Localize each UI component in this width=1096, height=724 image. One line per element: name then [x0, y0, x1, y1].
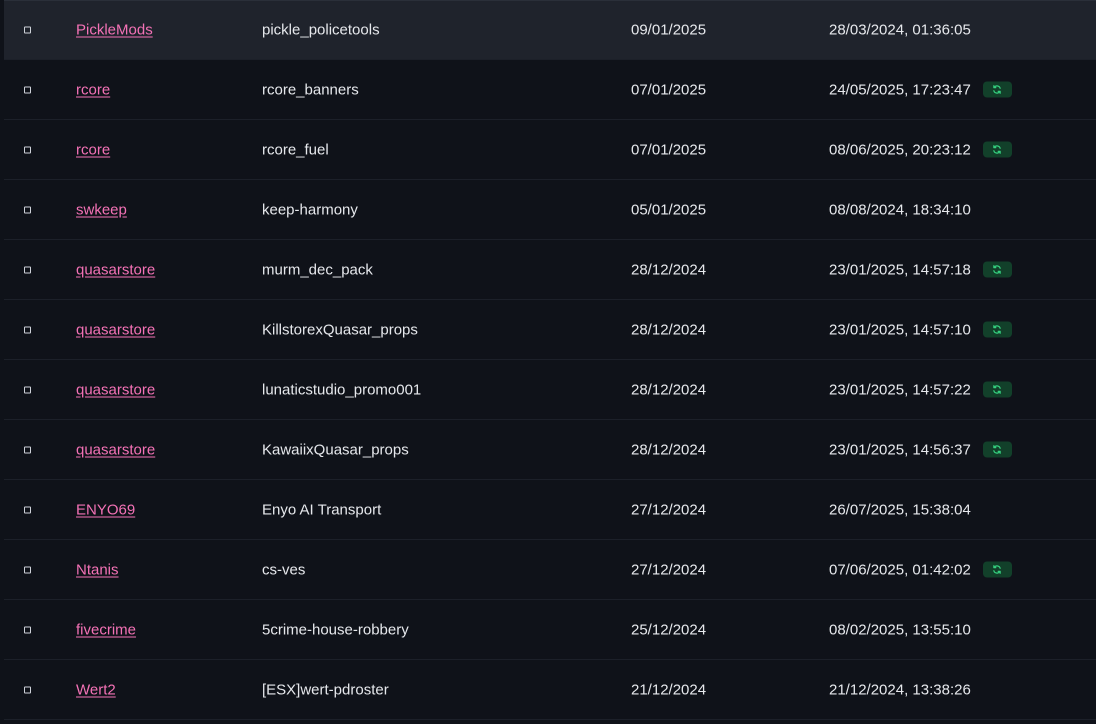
updated-cell: 28/03/2024, 01:36:05: [829, 22, 971, 39]
checkbox-icon[interactable]: [24, 386, 31, 393]
table-row[interactable]: swkeep keep-harmony 05/01/2025 08/08/2024, …: [4, 180, 1096, 240]
checkbox-icon[interactable]: [24, 266, 31, 273]
refresh-icon: [982, 141, 1012, 158]
updated-timestamp: 23/01/2025, 14:57:10: [829, 321, 971, 338]
release-date: 28/12/2024: [631, 321, 707, 338]
table-row[interactable]: fivecrime 5crime-house-robbery 25/12/2024 0…: [4, 600, 1096, 660]
refresh-icon: [982, 321, 1012, 338]
updated-timestamp: 23/01/2025, 14:56:37: [829, 441, 971, 458]
resource-name: rcore_banners: [262, 81, 359, 98]
resource-name: rcore_fuel: [262, 141, 329, 158]
table-row[interactable]: rcore rcore_fuel 07/01/2025 08/06/2025, 20:…: [4, 120, 1096, 180]
updated-cell: 08/02/2025, 13:55:10: [829, 621, 971, 638]
release-date: 28/12/2024: [631, 441, 707, 458]
updated-timestamp: 07/06/2025, 01:42:02: [829, 561, 971, 578]
resource-name: lunaticstudio_promo001: [262, 381, 422, 398]
author-link[interactable]: swkeep: [76, 201, 127, 218]
checkbox-icon[interactable]: [24, 506, 31, 513]
table-row[interactable]: quasarstore murm_dec_pack 28/12/2024 23/01/…: [4, 240, 1096, 300]
table-row[interactable]: ENYO69 Enyo AI Transport 27/12/2024 26/07/2…: [4, 480, 1096, 540]
release-date: 27/12/2024: [631, 501, 707, 518]
author-link[interactable]: rcore: [76, 141, 110, 158]
resource-name: cs-ves: [262, 561, 306, 578]
resource-table: PickleMods pickle_policetools 09/01/2025 28…: [4, 0, 1096, 720]
resource-name: [ESX]wert-pdroster: [262, 681, 389, 698]
resource-name: KawaiixQuasar_props: [262, 441, 409, 458]
checkbox-icon[interactable]: [24, 566, 31, 573]
author-link[interactable]: quasarstore: [76, 321, 155, 338]
resource-name: pickle_policetools: [262, 21, 380, 39]
checkbox-icon[interactable]: [24, 206, 31, 213]
updated-cell: 23/01/2025, 14:57:22: [829, 381, 1012, 398]
author-link[interactable]: Wert2: [76, 681, 116, 698]
updated-cell: 24/05/2025, 17:23:47: [829, 81, 1012, 98]
author-link[interactable]: quasarstore: [76, 441, 155, 458]
resource-name: keep-harmony: [262, 201, 358, 218]
table-row[interactable]: rcore rcore_banners 07/01/2025 24/05/2025, …: [4, 60, 1096, 120]
updated-cell: 08/06/2025, 20:23:12: [829, 141, 1012, 158]
updated-timestamp: 08/02/2025, 13:55:10: [829, 621, 971, 638]
checkbox-icon[interactable]: [24, 626, 31, 633]
release-date: 21/12/2024: [631, 681, 707, 698]
refresh-icon: [982, 561, 1012, 578]
release-date: 07/01/2025: [631, 81, 707, 98]
updated-timestamp: 24/05/2025, 17:23:47: [829, 81, 971, 98]
author-link[interactable]: fivecrime: [76, 621, 136, 638]
author-link[interactable]: PickleMods: [76, 22, 153, 39]
resource-name: 5crime-house-robbery: [262, 621, 409, 638]
checkbox-icon[interactable]: [24, 86, 31, 93]
resource-name: Enyo AI Transport: [262, 501, 382, 518]
checkbox-icon[interactable]: [24, 326, 31, 333]
table-row[interactable]: quasarstore KillstorexQuasar_props 28/12/2…: [4, 300, 1096, 360]
refresh-icon: [982, 81, 1012, 98]
release-date: 09/01/2025: [631, 21, 707, 39]
checkbox-icon[interactable]: [24, 146, 31, 153]
checkbox-icon[interactable]: [24, 686, 31, 693]
updated-cell: 23/01/2025, 14:56:37: [829, 441, 1012, 458]
updated-timestamp: 26/07/2025, 15:38:04: [829, 501, 971, 518]
author-link[interactable]: Ntanis: [76, 561, 119, 578]
checkbox-icon[interactable]: [24, 26, 31, 34]
resource-name: murm_dec_pack: [262, 261, 373, 278]
release-date: 28/12/2024: [631, 381, 707, 398]
refresh-icon: [982, 261, 1012, 278]
author-link[interactable]: ENYO69: [76, 501, 135, 518]
table-row[interactable]: Wert2 [ESX]wert-pdroster 21/12/2024 21/12/2…: [4, 660, 1096, 720]
updated-cell: 23/01/2025, 14:57:18: [829, 261, 1012, 278]
refresh-icon: [982, 441, 1012, 458]
release-date: 07/01/2025: [631, 141, 707, 158]
updated-cell: 21/12/2024, 13:38:26: [829, 681, 971, 698]
resource-name: KillstorexQuasar_props: [262, 321, 418, 338]
updated-cell: 26/07/2025, 15:38:04: [829, 501, 971, 518]
updated-timestamp: 08/08/2024, 18:34:10: [829, 201, 971, 218]
table-row[interactable]: Ntanis cs-ves 27/12/2024 07/06/2025, 01:42:…: [4, 540, 1096, 600]
table-row[interactable]: quasarstore lunaticstudio_promo001 28/12/2…: [4, 360, 1096, 420]
release-date: 05/01/2025: [631, 201, 707, 218]
updated-cell: 07/06/2025, 01:42:02: [829, 561, 1012, 578]
updated-timestamp: 28/03/2024, 01:36:05: [829, 21, 971, 39]
updated-timestamp: 08/06/2025, 20:23:12: [829, 141, 971, 158]
updated-timestamp: 21/12/2024, 13:38:26: [829, 681, 971, 698]
updated-cell: 08/08/2024, 18:34:10: [829, 201, 971, 218]
author-link[interactable]: quasarstore: [76, 381, 155, 398]
table-row[interactable]: PickleMods pickle_policetools 09/01/2025 28…: [4, 0, 1096, 60]
release-date: 27/12/2024: [631, 561, 707, 578]
updated-cell: 23/01/2025, 14:57:10: [829, 321, 1012, 338]
release-date: 28/12/2024: [631, 261, 707, 278]
checkbox-icon[interactable]: [24, 446, 31, 453]
author-link[interactable]: rcore: [76, 81, 110, 98]
author-link[interactable]: quasarstore: [76, 261, 155, 278]
table-row[interactable]: quasarstore KawaiixQuasar_props 28/12/2024…: [4, 420, 1096, 480]
release-date: 25/12/2024: [631, 621, 707, 638]
updated-timestamp: 23/01/2025, 14:57:18: [829, 261, 971, 278]
refresh-icon: [982, 381, 1012, 398]
updated-timestamp: 23/01/2025, 14:57:22: [829, 381, 971, 398]
